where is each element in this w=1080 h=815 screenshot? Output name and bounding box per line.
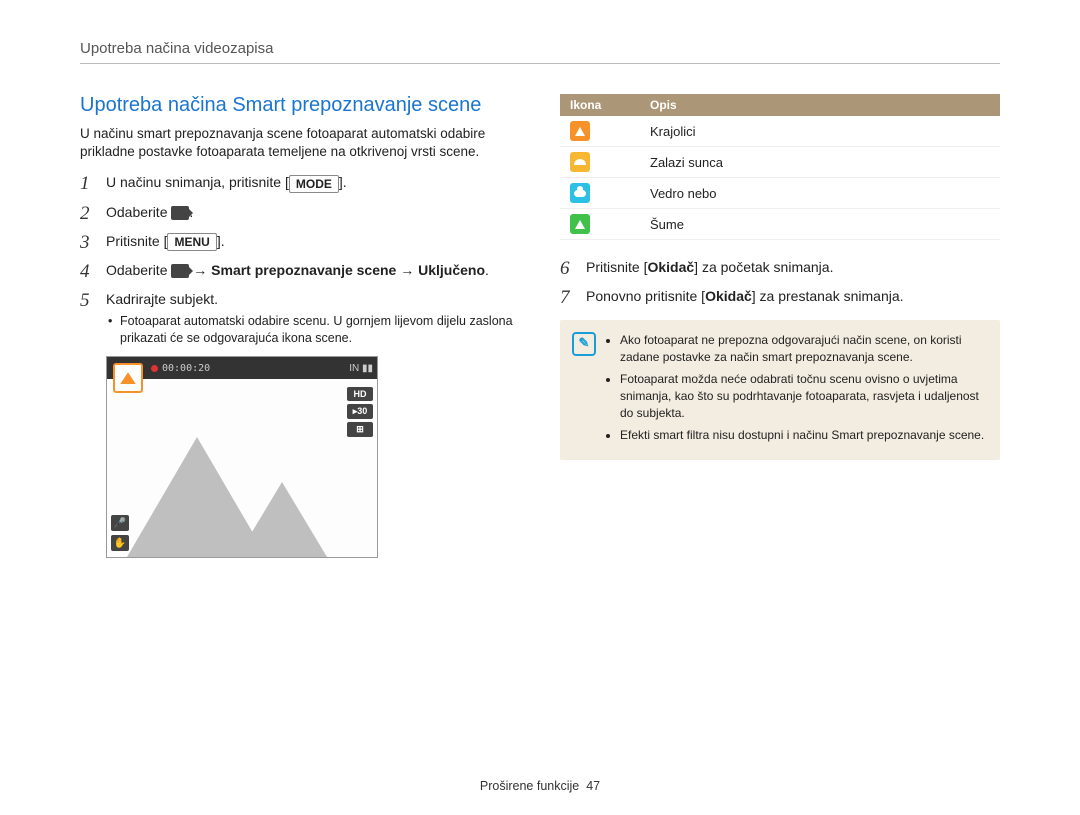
step-3-text-b: . xyxy=(221,233,225,249)
section-heading: Upotreba načina Smart prepoznavanje scen… xyxy=(80,94,520,117)
step-7: Ponovno pritisnite [Okidač] za prestanak… xyxy=(560,287,1000,306)
hd-badge: HD xyxy=(347,387,373,401)
step-3: Pritisnite [MENU]. xyxy=(80,232,520,251)
stabilizer-icon: ✋ xyxy=(111,535,129,551)
step-1: U načinu snimanja, pritisnite [MODE]. xyxy=(80,173,520,192)
camera-screen-mock: 00:00:20 IN ▮▮ HD ▸30 ⊞ 🎤 ✋ xyxy=(106,356,378,558)
mountain-icon xyxy=(120,372,136,384)
fps-badge: ▸30 xyxy=(347,404,373,419)
step-3-text-a: Pritisnite xyxy=(106,233,164,249)
mountains-illustration xyxy=(107,427,377,557)
step-4-value: Uključeno xyxy=(418,262,485,278)
step-4-text-a: Odaberite xyxy=(106,262,171,278)
screen-topbar: 00:00:20 IN ▮▮ xyxy=(107,357,377,379)
note-item: Fotoaparat možda neće odabrati točnu sce… xyxy=(620,371,986,423)
battery-indicator: IN ▮▮ xyxy=(349,363,373,374)
page-footer: Proširene funkcije 47 xyxy=(0,779,1080,793)
scene-icons-table: Ikona Opis Krajolici Zalazi sunca xyxy=(560,94,1000,240)
left-column: Upotreba načina Smart prepoznavanje scen… xyxy=(80,94,520,558)
landscape-icon xyxy=(570,121,590,141)
menu-button-badge: MENU xyxy=(167,233,216,251)
step-2-text-a: Odaberite xyxy=(106,204,171,220)
table-header-desc: Opis xyxy=(640,94,1000,116)
steps-list-left: U načinu snimanja, pritisnite [MODE]. Od… xyxy=(80,173,520,346)
step-6: Pritisnite [Okidač] za početak snimanja. xyxy=(560,258,1000,277)
step-7-shutter: Okidač xyxy=(705,288,752,304)
table-row: Krajolici xyxy=(560,116,1000,147)
table-row: Zalazi sunca xyxy=(560,147,1000,178)
step-6-a: Pritisnite [ xyxy=(586,259,647,275)
note-item: Efekti smart filtra nisu dostupni i nači… xyxy=(620,427,986,444)
row-label: Krajolici xyxy=(640,116,1000,147)
step-6-c: ] za početak snimanja. xyxy=(694,259,833,275)
step-5-text: Kadrirajte subjekt. xyxy=(106,291,218,307)
mode-button-badge: MODE xyxy=(289,175,339,193)
footer-section: Proširene funkcije xyxy=(480,779,579,793)
step-4-option: Smart prepoznavanje scene xyxy=(211,262,396,278)
forest-icon xyxy=(570,214,590,234)
table-row: Vedro nebo xyxy=(560,178,1000,209)
timecode: 00:00:20 xyxy=(162,363,210,374)
note-item: Ako fotoaparat ne prepozna odgovarajući … xyxy=(620,332,986,367)
screen-left-badges: 🎤 ✋ xyxy=(111,515,129,551)
note-box: ✎ Ako fotoaparat ne prepozna odgovarajuć… xyxy=(560,320,1000,460)
mic-icon: 🎤 xyxy=(111,515,129,531)
table-header-icon: Ikona xyxy=(560,94,640,116)
intro-text: U načinu smart prepoznavanja scene fotoa… xyxy=(80,125,520,161)
info-icon: ✎ xyxy=(572,332,596,356)
step-1-text-a: U načinu snimanja, pritisnite xyxy=(106,174,285,190)
row-label: Vedro nebo xyxy=(640,178,1000,209)
video-mode-icon-2 xyxy=(171,264,189,278)
step-4-text-f: . xyxy=(485,262,489,278)
step-1-text-b: . xyxy=(343,174,347,190)
step-7-c: ] za prestanak snimanja. xyxy=(752,288,904,304)
footer-page-number: 47 xyxy=(586,779,600,793)
video-mode-icon xyxy=(171,206,189,220)
steps-list-right: Pritisnite [Okidač] za početak snimanja.… xyxy=(560,258,1000,306)
sky-icon xyxy=(570,183,590,203)
step-4-arrow-2: → xyxy=(396,262,418,278)
step-4: Odaberite → Smart prepoznavanje scene → … xyxy=(80,261,520,280)
table-row: Šume xyxy=(560,209,1000,240)
scene-icon-badge xyxy=(113,363,143,393)
step-5-bullet: Fotoaparat automatski odabire scenu. U g… xyxy=(106,313,520,347)
right-column: Ikona Opis Krajolici Zalazi sunca xyxy=(560,94,1000,558)
step-2: Odaberite . xyxy=(80,203,520,222)
page-header: Upotreba načina videozapisa xyxy=(80,40,1000,64)
step-5: Kadrirajte subjekt. Fotoaparat automatsk… xyxy=(80,290,520,347)
step-7-a: Ponovno pritisnite [ xyxy=(586,288,705,304)
row-label: Šume xyxy=(640,209,1000,240)
step-6-shutter: Okidač xyxy=(647,259,694,275)
sunset-icon xyxy=(570,152,590,172)
record-dot-icon xyxy=(151,365,158,372)
row-label: Zalazi sunca xyxy=(640,147,1000,178)
